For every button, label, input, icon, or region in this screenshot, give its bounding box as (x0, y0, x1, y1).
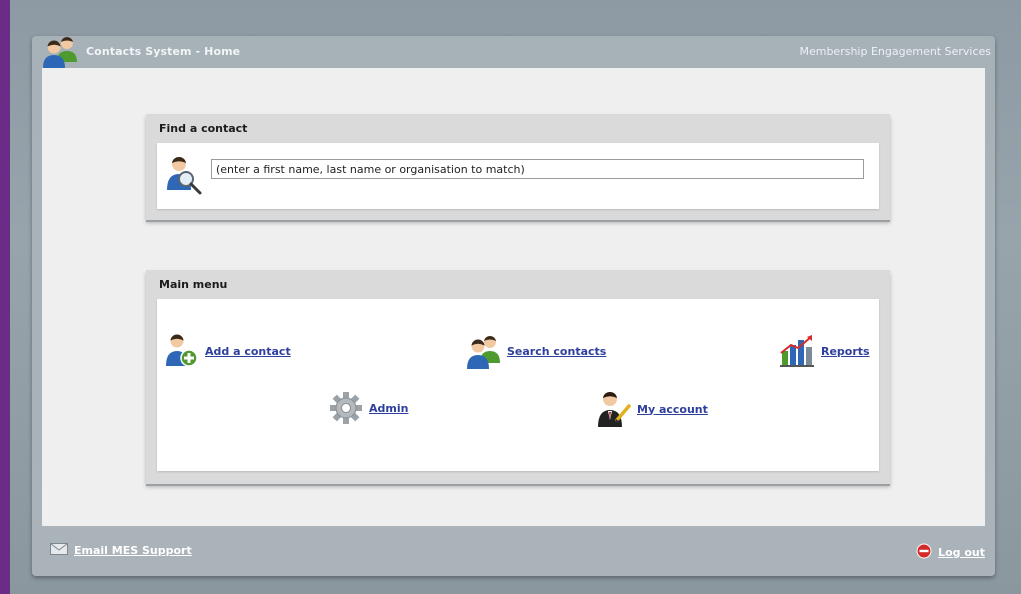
main-menu-panel: Main menu Add a contact Search contacts … (146, 270, 890, 484)
reports-button[interactable]: Reports (779, 333, 870, 369)
find-contact-heading: Find a contact (159, 122, 248, 135)
admin-link[interactable]: Admin (369, 402, 408, 415)
user-add-icon (165, 333, 199, 369)
envelope-icon (50, 543, 68, 558)
app-window: Contacts System - Home Membership Engage… (10, 0, 1021, 594)
find-contact-panel: Find a contact (146, 114, 890, 220)
main-menu-heading: Main menu (159, 278, 228, 291)
app-title: Contacts System - Home (86, 45, 241, 58)
search-contacts-button[interactable]: Search contacts (467, 333, 606, 369)
main-panel: Contacts System - Home Membership Engage… (32, 36, 995, 576)
my-account-button[interactable]: My account (597, 390, 708, 428)
admin-button[interactable]: Admin (329, 390, 408, 426)
content-area: Find a contact Mai (42, 68, 985, 526)
user-edit-icon (597, 390, 631, 428)
reports-link[interactable]: Reports (821, 345, 870, 358)
add-contact-link[interactable]: Add a contact (205, 345, 291, 358)
search-contacts-link[interactable]: Search contacts (507, 345, 606, 358)
find-contact-body (157, 143, 879, 209)
logout-link[interactable]: Log out (938, 546, 985, 559)
organization-name: Membership Engagement Services (799, 45, 991, 58)
footer-bar: Email MES Support Log out (32, 526, 995, 576)
contact-search-input[interactable] (211, 159, 864, 179)
bar-chart-icon (779, 333, 815, 369)
users-icon (467, 333, 501, 369)
add-contact-button[interactable]: Add a contact (165, 333, 291, 369)
logout-button[interactable]: Log out (916, 543, 985, 562)
gear-icon (329, 390, 363, 426)
title-bar: Contacts System - Home Membership Engage… (32, 36, 995, 68)
email-support-button[interactable]: Email MES Support (50, 543, 192, 558)
users-icon (42, 35, 78, 69)
my-account-link[interactable]: My account (637, 403, 708, 416)
main-menu-body: Add a contact Search contacts Reports Ad… (157, 299, 879, 471)
user-search-icon (165, 154, 203, 196)
stop-icon (916, 543, 932, 562)
email-support-link[interactable]: Email MES Support (74, 544, 192, 557)
